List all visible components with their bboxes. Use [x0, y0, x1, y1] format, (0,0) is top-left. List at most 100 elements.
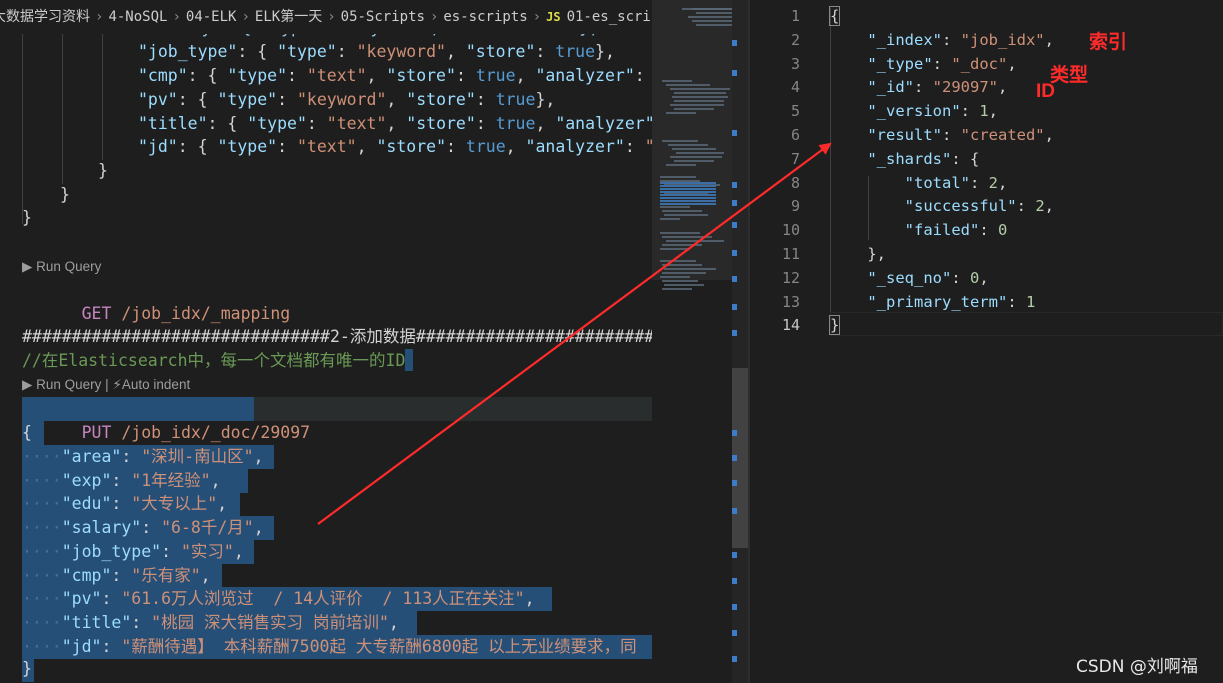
section-hash-line: ###############################2-添加数据###…: [22, 327, 652, 346]
code-token: },: [595, 42, 615, 61]
code-token: "store": [386, 66, 456, 85]
breadcrumb-item[interactable]: es-scripts: [443, 9, 527, 25]
http-method-put: PUT: [81, 423, 112, 442]
minimap-line: [662, 264, 702, 266]
chevron-right-icon: ›: [327, 9, 336, 25]
code-token: "failed": [904, 221, 980, 240]
line-number: 14: [781, 316, 800, 335]
minimap-line: [674, 92, 726, 94]
scrollbar-marker: [732, 130, 737, 136]
minimap-line: [672, 148, 716, 150]
code-token: "text": [306, 66, 367, 85]
minimap-selection: [660, 197, 716, 199]
request-path: /job_idx/_doc/29097: [121, 423, 311, 442]
breadcrumb-file[interactable]: 01-es_scripts.es: [567, 9, 652, 25]
body-field-line: ····"pv": "61.6万人浏览过 / 14人评价 / 113人正在关注"…: [22, 587, 535, 611]
code-token: :: [1007, 292, 1026, 311]
minimap-line: [660, 176, 696, 178]
code-token: ,: [1007, 54, 1017, 73]
comment-line: //在Elasticsearch中，每一个文档都有唯一的ID: [22, 349, 414, 373]
code-token: ,: [515, 66, 536, 85]
scrollbar-marker: [732, 182, 737, 188]
js-file-icon: JS: [546, 10, 561, 24]
minimap-selection: [660, 194, 716, 196]
code-token: :: [932, 54, 952, 73]
indent-guide: [62, 34, 63, 184]
left-editor[interactable]: "salary": { "type": "keyword", "store": …: [0, 0, 748, 683]
code-token: : {: [951, 149, 980, 168]
minimap-line: [664, 284, 704, 286]
field-value: "大专以上": [131, 494, 218, 514]
code-token: : {: [177, 137, 218, 156]
line-number: 2: [790, 30, 800, 49]
whitespace-dots: ····: [22, 612, 62, 632]
indent-guide: [22, 34, 23, 224]
minimap-line: [666, 164, 696, 166]
response-line: "failed": 0: [830, 218, 1008, 242]
breadcrumb-item[interactable]: ELK第一天: [255, 9, 322, 25]
scrollbar-marker: [732, 630, 737, 636]
code-token: "_type": [867, 54, 933, 73]
line-number: 5: [790, 102, 800, 121]
code-token: "cmp": [138, 66, 188, 85]
minimap-line: [666, 240, 724, 242]
breadcrumb-item[interactable]: 05-Scripts: [341, 9, 425, 25]
body-field-line: ····"job_type": "实习",: [22, 540, 244, 564]
code-token: "text": [326, 114, 387, 133]
code-token: "analyzer": [555, 114, 652, 133]
line-number: 6: [790, 126, 800, 144]
code-token: :: [941, 30, 961, 49]
breadcrumb-item[interactable]: 04-ELK: [186, 9, 237, 25]
comma: ,: [217, 494, 228, 514]
whitespace-dots: ····: [22, 494, 62, 514]
minimap-line: [672, 96, 728, 98]
code-token: 0: [970, 268, 980, 287]
response-line: }: [828, 313, 841, 337]
body-field-line: ····"jd": "薪酬待遇】 本科薪酬7500起 大专薪酬6800起 以上无…: [22, 635, 637, 659]
minimap-line: [660, 218, 680, 220]
minimap[interactable]: [652, 0, 748, 683]
breadcrumb-item[interactable]: 4-NoSQL: [108, 9, 167, 25]
breadcrumb-item[interactable]: 大数据学习资料: [0, 9, 90, 25]
code-token: "total": [904, 173, 970, 192]
code-token: :: [277, 137, 297, 156]
code-token: "type": [277, 42, 337, 61]
whitespace-dots: ····: [22, 589, 62, 609]
response-line: "_id": "29097",: [830, 75, 1007, 99]
run-query-codelens[interactable]: ▶ Run Query: [22, 258, 101, 276]
code-area[interactable]: "salary": { "type": "keyword", "store": …: [0, 0, 652, 683]
scrollbar-marker: [732, 455, 737, 461]
minimap-line: [662, 210, 702, 212]
code-token: :: [446, 137, 466, 156]
get-request-line: GET /job_idx/_mapping: [22, 278, 291, 323]
code-token: "jd": [138, 137, 178, 156]
code-line-job-type: "job_type": { "type": "keyword", "store"…: [138, 40, 615, 64]
code-token: },: [535, 90, 556, 109]
code-token: :: [969, 173, 989, 192]
code-token: ,: [366, 66, 387, 85]
comma: ,: [210, 470, 221, 490]
comma: ,: [200, 565, 211, 585]
code-token: 1: [979, 102, 989, 121]
code-token: ,: [445, 42, 466, 61]
response-editor[interactable]: 1 {2 "_index": "job_idx", 3 "_type": "_doc…: [750, 0, 1223, 683]
code-token: "_primary_term": [867, 292, 1008, 311]
code-token: "pv": [138, 90, 178, 109]
code-token: ,: [505, 137, 526, 156]
code-token: 2: [1035, 197, 1045, 216]
code-token: :: [475, 114, 496, 133]
indent-guide: [102, 34, 103, 160]
code-line-cmp: "cmp": { "type": "text", "store": true, …: [138, 64, 652, 88]
chevron-right-icon: ›: [429, 9, 439, 25]
run-query-auto-indent-codelens[interactable]: ▶ Run Query | ⚡Auto indent: [22, 376, 190, 394]
field-key: "edu": [61, 494, 112, 514]
response-line: {: [828, 4, 841, 28]
code-token: "text": [296, 137, 357, 156]
code-token: "ik: [645, 137, 652, 156]
colon: :: [111, 565, 132, 585]
chevron-right-icon: ›: [532, 9, 542, 25]
whitespace-dots: ····: [22, 636, 62, 656]
body-field-line: ····"area": "深圳-南山区",: [22, 445, 263, 469]
field-value: "乐有家": [131, 565, 201, 585]
field-key: "area": [61, 447, 122, 466]
